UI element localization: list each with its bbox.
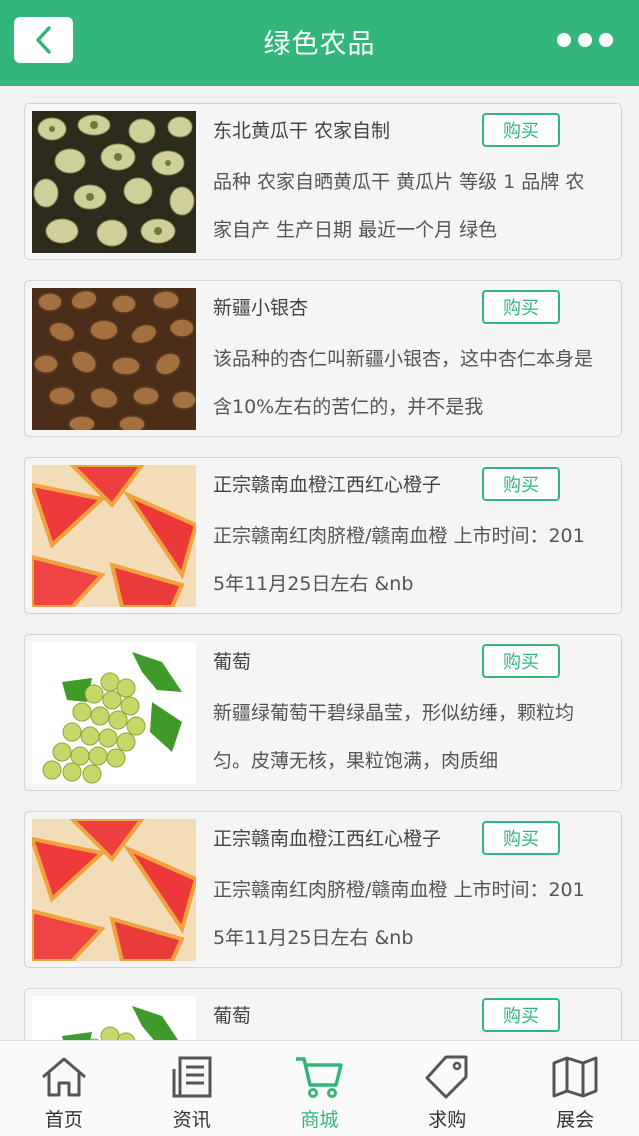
- more-menu-button[interactable]: [557, 30, 613, 50]
- product-description: 品种 农家自晒黄瓜干 黄瓜片 等级 1 品牌 农家自产 生产日期 最近一个月 绿…: [213, 171, 585, 241]
- dot-icon: [578, 33, 592, 47]
- buy-button[interactable]: 购买: [482, 467, 560, 501]
- product-image-green-grapes[interactable]: [32, 996, 196, 1040]
- product-name: 正宗赣南血橙江西红心橙子: [213, 474, 442, 496]
- product-card[interactable]: 葡萄 购买: [24, 988, 622, 1040]
- cart-icon: [293, 1053, 345, 1101]
- product-card[interactable]: 正宗赣南血橙江西红心橙子 购买 正宗赣南红肉脐橙/赣南血橙 上市时间：2015年…: [24, 811, 622, 968]
- product-card[interactable]: 正宗赣南血橙江西红心橙子 购买 正宗赣南红肉脐橙/赣南血橙 上市时间：2015年…: [24, 457, 622, 614]
- map-icon: [549, 1053, 601, 1101]
- product-name: 正宗赣南血橙江西红心橙子: [213, 828, 442, 850]
- product-description: 正宗赣南红肉脐橙/赣南血橙 上市时间：2015年11月25日左右 &nb: [213, 879, 585, 949]
- buy-button[interactable]: 购买: [482, 113, 560, 147]
- tab-label: 展会: [556, 1109, 595, 1131]
- tag-icon: [421, 1053, 473, 1101]
- tab-exhibition[interactable]: 展会: [511, 1041, 639, 1136]
- tab-mall[interactable]: 商城: [256, 1041, 384, 1136]
- tab-label: 资讯: [172, 1109, 211, 1131]
- home-icon: [38, 1053, 90, 1101]
- dot-icon: [557, 33, 571, 47]
- bottom-tab-bar: 首页 资讯 商城 求购 展会: [0, 1040, 639, 1136]
- product-image-blood-orange[interactable]: [32, 465, 196, 607]
- buy-button[interactable]: 购买: [482, 644, 560, 678]
- product-description: 新疆绿葡萄干碧绿晶莹，形似纺缍，颗粒均匀。皮薄无核，果粒饱满，肉质细: [213, 702, 575, 772]
- product-description: 该品种的杏仁叫新疆小银杏，这中杏仁本身是含10%左右的苦仁的，并不是我: [213, 348, 593, 418]
- product-card[interactable]: 东北黄瓜干 农家自制 购买 品种 农家自晒黄瓜干 黄瓜片 等级 1 品牌 农家自…: [24, 103, 622, 260]
- buy-button[interactable]: 购买: [482, 290, 560, 324]
- product-image-dried-cucumber[interactable]: [32, 111, 196, 253]
- dot-icon: [599, 33, 613, 47]
- product-image-blood-orange[interactable]: [32, 819, 196, 961]
- product-description: 正宗赣南红肉脐橙/赣南血橙 上市时间：2015年11月25日左右 &nb: [213, 525, 585, 595]
- tab-label: 首页: [44, 1109, 83, 1131]
- tab-home[interactable]: 首页: [0, 1041, 128, 1136]
- tab-label: 求购: [428, 1109, 467, 1131]
- product-card[interactable]: 葡萄 购买 新疆绿葡萄干碧绿晶莹，形似纺缍，颗粒均匀。皮薄无核，果粒饱满，肉质细: [24, 634, 622, 791]
- product-name: 葡萄: [213, 651, 252, 673]
- product-name: 新疆小银杏: [213, 297, 309, 319]
- product-list[interactable]: 东北黄瓜干 农家自制 购买 品种 农家自晒黄瓜干 黄瓜片 等级 1 品牌 农家自…: [0, 86, 639, 1040]
- tab-purchase[interactable]: 求购: [383, 1041, 511, 1136]
- product-name: 葡萄: [213, 1005, 252, 1027]
- product-card[interactable]: 新疆小银杏 购买 该品种的杏仁叫新疆小银杏，这中杏仁本身是含10%左右的苦仁的，…: [24, 280, 622, 437]
- top-bar: 绿色农品: [0, 0, 639, 86]
- page-title: 绿色农品: [263, 29, 376, 60]
- product-image-apricot-kernels[interactable]: [32, 288, 196, 430]
- news-icon: [166, 1053, 218, 1101]
- buy-button[interactable]: 购买: [482, 998, 560, 1032]
- product-name: 东北黄瓜干 农家自制: [213, 120, 391, 142]
- tab-label: 商城: [300, 1109, 339, 1131]
- tab-news[interactable]: 资讯: [128, 1041, 256, 1136]
- buy-button[interactable]: 购买: [482, 821, 560, 855]
- product-image-green-grapes[interactable]: [32, 642, 196, 784]
